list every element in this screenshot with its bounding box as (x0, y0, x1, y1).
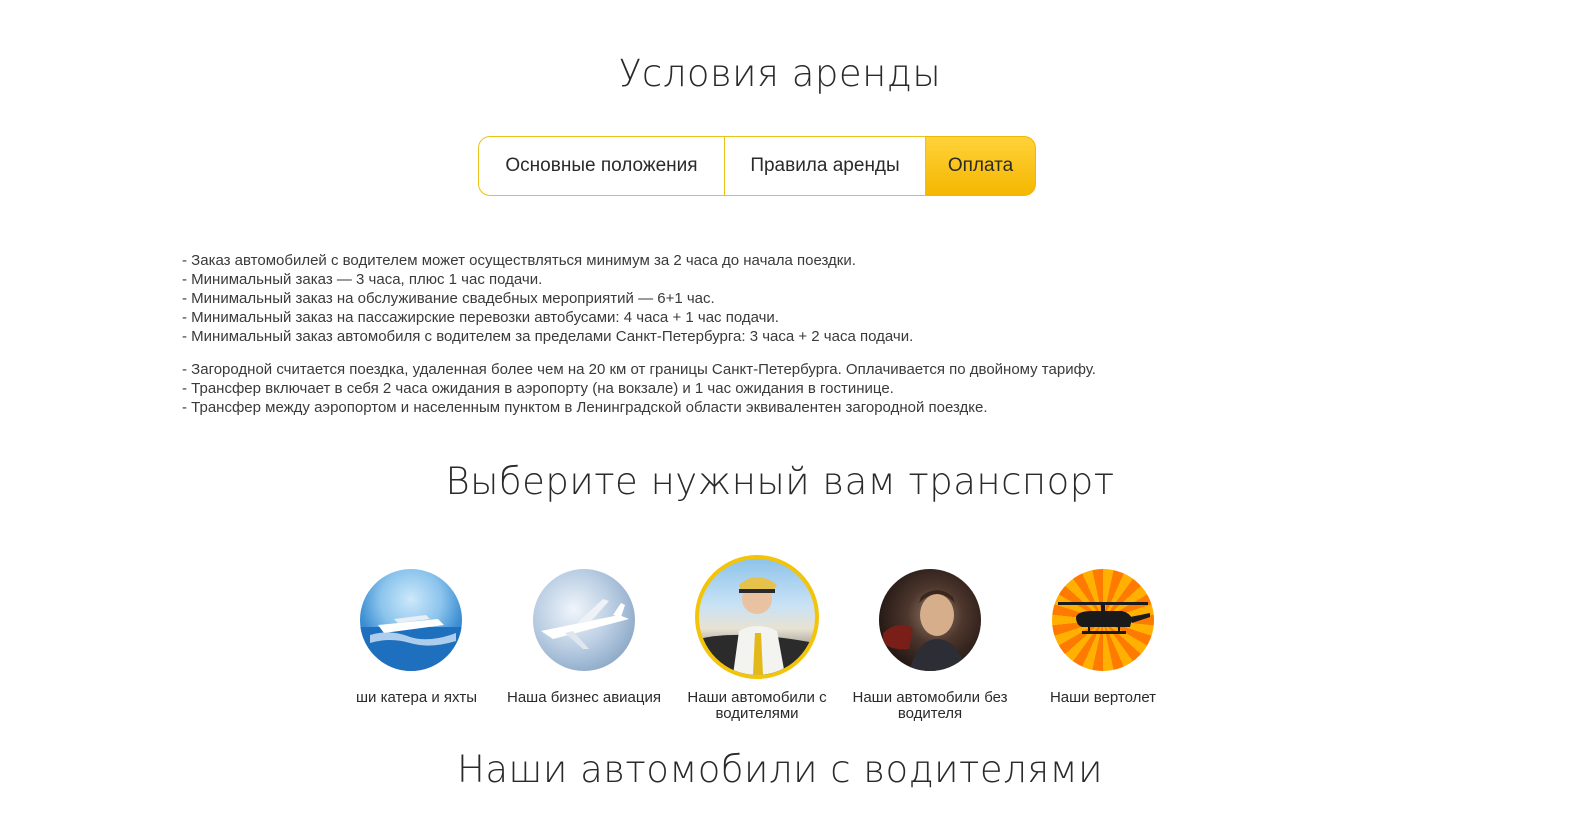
jet-icon (533, 569, 635, 671)
rules-text: - Заказ автомобилей с водителем может ос… (182, 251, 1282, 431)
rules-list-1: - Заказ автомобилей с водителем может ос… (182, 251, 1282, 346)
transport-item-business-aviation[interactable]: Наша бизнес авиация (499, 555, 669, 706)
rule-item: - Заказ автомобилей с водителем может ос… (182, 252, 856, 269)
transport-label: Наши вертолет (1049, 689, 1157, 706)
rule-item: - Минимальный заказ на пассажирские пере… (182, 309, 779, 326)
transport-label: ши катера и яхты (356, 689, 478, 706)
conditions-tabs: Основные положения Правила аренды Оплата (478, 136, 1036, 196)
rule-item: - Минимальный заказ — 3 часа, плюс 1 час… (182, 271, 543, 288)
driver-icon (879, 569, 981, 671)
rules-list-2: - Загородной считается поездка, удаленна… (182, 360, 1282, 417)
transport-label: Наши автомобили с водителями (687, 689, 827, 722)
transport-item-helicopters[interactable]: Наши вертолет (1018, 555, 1188, 706)
rule-item: - Трансфер между аэропортом и населенным… (182, 399, 988, 416)
transport-item-yachts[interactable]: ши катера и яхты (326, 555, 496, 706)
rental-conditions-heading: Условия аренды (618, 52, 942, 95)
tab-basic-provisions[interactable]: Основные положения (478, 136, 725, 196)
transport-label: Наши автомобили без водителя (852, 689, 1008, 722)
chauffeur-icon (695, 555, 819, 679)
choose-transport-heading: Выберите нужный вам транспорт (445, 460, 1115, 503)
rule-item: - Минимальный заказ на обслуживание свад… (182, 290, 715, 307)
transport-item-cars-with-drivers[interactable]: Наши автомобили с водителями (672, 555, 842, 722)
rule-item: - Загородной считается поездка, удаленна… (182, 361, 1096, 378)
transport-selector: ши катера и яхты Наша бизнес авиация Наш… (0, 555, 1560, 735)
tab-rental-rules[interactable]: Правила аренды (725, 136, 926, 196)
rule-item: - Минимальный заказ автомобиля с водител… (182, 328, 914, 345)
rule-item: - Трансфер включает в себя 2 часа ожидан… (182, 380, 894, 397)
cars-with-drivers-heading: Наши автомобили с водителями (457, 748, 1103, 791)
yacht-icon (360, 569, 462, 671)
helicopter-icon (1052, 569, 1154, 671)
transport-item-cars-without-driver[interactable]: Наши автомобили без водителя (845, 555, 1015, 722)
transport-label: Наша бизнес авиация (507, 689, 661, 706)
tab-payment[interactable]: Оплата (926, 136, 1036, 196)
